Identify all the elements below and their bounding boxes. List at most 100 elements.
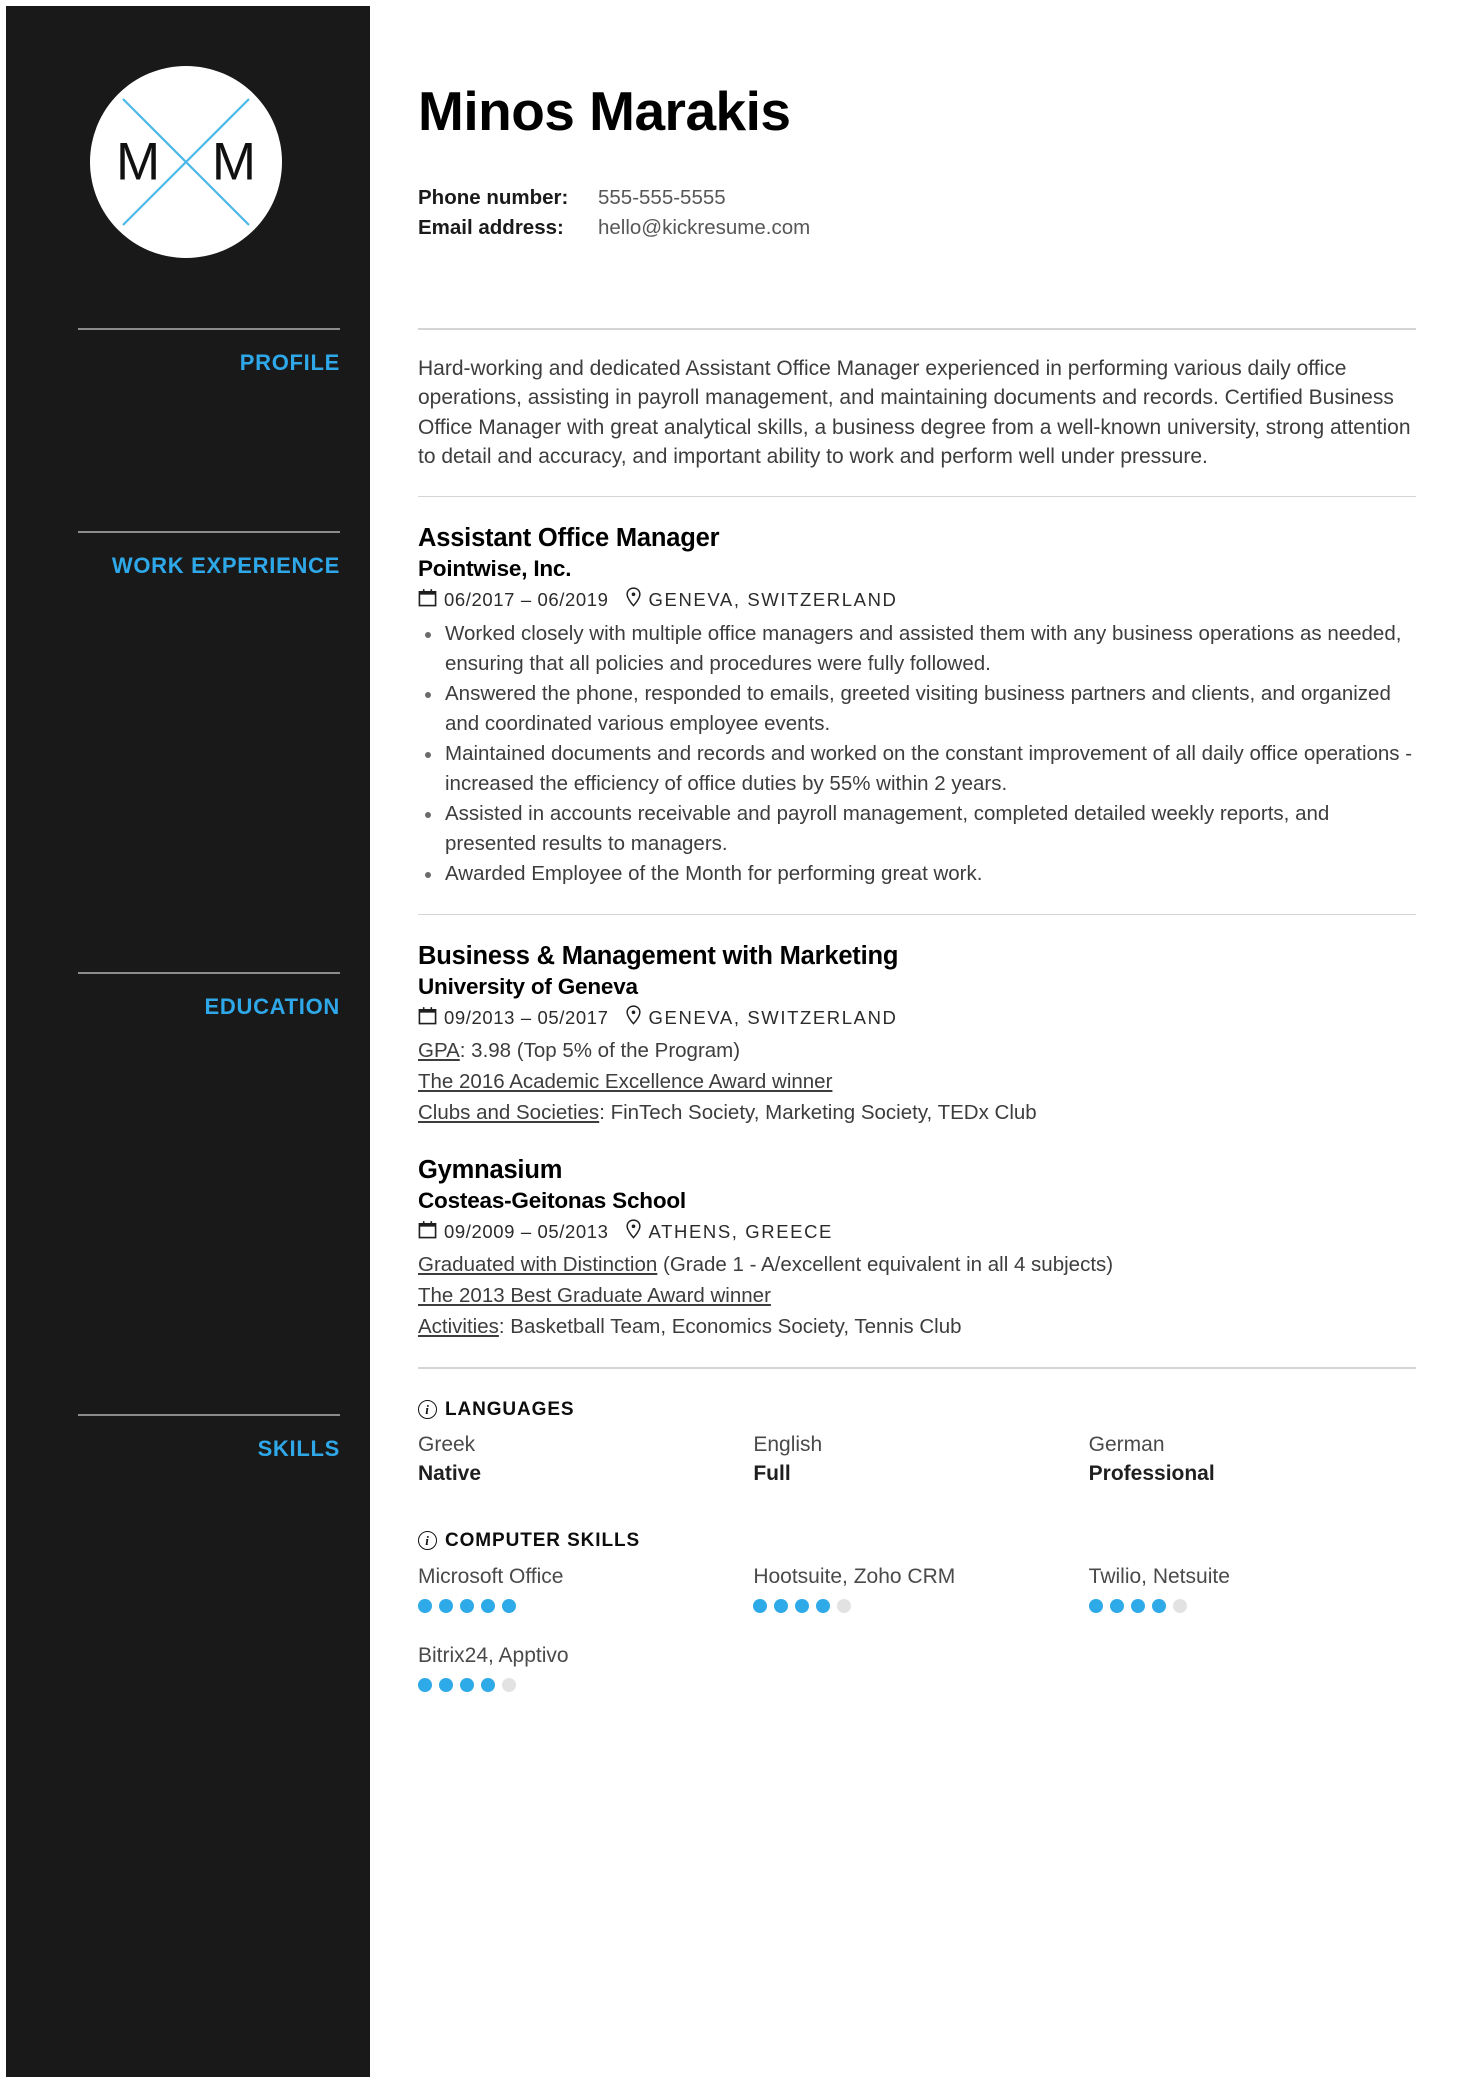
education-location: GENEVA, SWITZERLAND <box>648 1006 898 1028</box>
school-name: Costeas-Geitonas School <box>418 1188 686 1213</box>
language-item: English Full <box>753 1431 1080 1488</box>
calendar-icon <box>418 1006 437 1030</box>
skill-item: Hootsuite, Zoho CRM <box>753 1562 1080 1613</box>
education-detail: Graduated with Distinction (Grade 1 - A/… <box>418 1250 1416 1279</box>
email-value: hello@kickresume.com <box>598 216 811 239</box>
languages-group: i LANGUAGES Greek Native English Full Ge… <box>418 1399 1416 1488</box>
education-detail-rest: (Grade 1 - A/excellent equivalent in all… <box>657 1253 1114 1276</box>
education-detail-label: The 2016 Academic Excellence Award winne… <box>418 1070 833 1093</box>
skill-item: Microsoft Office <box>418 1562 745 1613</box>
location-pin-icon <box>625 1005 642 1030</box>
education-detail-rest: : FinTech Society, Marketing Society, TE… <box>599 1101 1037 1124</box>
sidebar-divider <box>78 328 340 330</box>
education-meta: 09/2009 – 05/2013 ATHENS, GREECE <box>418 1219 1416 1244</box>
calendar-icon <box>418 588 437 612</box>
list-item: Answered the phone, responded to emails,… <box>418 679 1416 738</box>
job-location: GENEVA, SWITZERLAND <box>648 588 898 610</box>
logo-initial-last: M <box>211 132 256 192</box>
page-title: Minos Marakis <box>418 80 791 142</box>
rating-dot <box>502 1598 516 1613</box>
education-section: Business & Management with Marketing Uni… <box>418 915 1416 1367</box>
rating-dot <box>753 1598 768 1613</box>
sidebar-label-work-experience: WORK EXPERIENCE <box>111 553 340 578</box>
language-name: Greek <box>418 1432 476 1456</box>
list-item: Assisted in accounts receivable and payr… <box>418 799 1416 858</box>
rating-dot <box>460 1598 474 1613</box>
list-item: Awarded Employee of the Month for perfor… <box>418 859 1416 889</box>
language-level: Full <box>753 1461 791 1485</box>
rating-dot <box>418 1677 432 1692</box>
sidebar-item-skills: SKILLS <box>6 1414 370 1462</box>
education-detail-rest: : 3.98 (Top 5% of the Program) <box>459 1039 741 1062</box>
education-detail: Clubs and Societies: FinTech Society, Ma… <box>418 1098 1416 1127</box>
skill-item: Bitrix24, Apptivo <box>418 1641 745 1692</box>
work-experience-section: Assistant Office Manager Pointwise, Inc. <box>418 497 1416 914</box>
sidebar: M M PROFILE WORK EXPERIENCE EDUCATION SK… <box>6 6 370 2077</box>
education-dates: 09/2009 – 05/2013 <box>444 1220 609 1242</box>
language-name: English <box>753 1432 823 1456</box>
degree-title: Business & Management with Marketing <box>418 942 899 970</box>
rating-dot <box>837 1598 852 1613</box>
sidebar-label-education: EDUCATION <box>204 994 340 1019</box>
rating-dot <box>795 1598 810 1613</box>
sidebar-item-education: EDUCATION <box>6 972 370 1020</box>
language-level: Professional <box>1088 1461 1215 1485</box>
rating-dot <box>816 1598 831 1613</box>
sidebar-label-skills: SKILLS <box>257 1436 340 1461</box>
list-item: Maintained documents and records and wor… <box>418 739 1416 798</box>
job-title: Assistant Office Manager <box>418 524 720 552</box>
job-dates: 06/2017 – 06/2019 <box>444 588 609 610</box>
contact-info: Phone number: 555-555-5555 Email address… <box>418 183 810 243</box>
phone-label: Phone number: <box>418 186 569 209</box>
computer-skills-grid: Microsoft Office Hootsuite, Zoho CRM Twi… <box>418 1562 1416 1692</box>
skill-name: Microsoft Office <box>418 1564 564 1588</box>
languages-grid: Greek Native English Full German Profess… <box>418 1431 1416 1488</box>
skill-item: Twilio, Netsuite <box>1088 1562 1416 1613</box>
education-detail-label: Graduated with Distinction <box>418 1253 658 1276</box>
rating-dot <box>1172 1598 1187 1613</box>
language-item: Greek Native <box>418 1431 745 1488</box>
education-detail-label: GPA <box>418 1039 460 1062</box>
info-icon: i <box>418 1400 437 1419</box>
education-entry: Gymnasium Costeas-Geitonas School 09/200… <box>418 1155 1416 1341</box>
rating-dot <box>418 1598 432 1613</box>
skill-rating <box>1088 1598 1416 1613</box>
sidebar-divider <box>78 972 340 974</box>
monogram-logo: M M <box>90 66 282 258</box>
rating-dot <box>481 1677 495 1692</box>
main-column: Minos Marakis Phone number: 555-555-5555… <box>370 6 1468 2077</box>
rating-dot <box>1088 1598 1103 1613</box>
sidebar-divider <box>78 1414 340 1416</box>
education-detail: Activities: Basketball Team, Economics S… <box>418 1312 1416 1341</box>
company-name: Pointwise, Inc. <box>418 556 572 581</box>
rating-dot <box>1151 1598 1166 1613</box>
sidebar-item-profile: PROFILE <box>6 328 370 376</box>
work-entry: Assistant Office Manager Pointwise, Inc. <box>418 523 1416 889</box>
rating-dot <box>1130 1598 1145 1613</box>
rating-dot <box>439 1677 453 1692</box>
email-label: Email address: <box>418 216 564 239</box>
school-name: University of Geneva <box>418 974 638 999</box>
skill-rating <box>418 1677 745 1692</box>
education-detail-label: Activities <box>418 1315 499 1338</box>
list-item: Worked closely with multiple office mana… <box>418 619 1416 678</box>
rating-dot <box>1109 1598 1124 1613</box>
calendar-icon <box>418 1220 437 1244</box>
education-detail: The 2013 Best Graduate Award winner <box>418 1281 1416 1310</box>
sidebar-divider <box>78 531 340 533</box>
education-entry: Business & Management with Marketing Uni… <box>418 941 1416 1127</box>
computer-skills-heading: i COMPUTER SKILLS <box>418 1530 1416 1552</box>
rating-dot <box>502 1677 516 1692</box>
computer-skills-heading-label: COMPUTER SKILLS <box>445 1529 641 1551</box>
language-level: Native <box>418 1461 482 1485</box>
skill-rating <box>418 1598 745 1613</box>
skills-section: i LANGUAGES Greek Native English Full Ge… <box>418 1369 1416 1692</box>
location-pin-icon <box>625 587 642 612</box>
education-detail: GPA: 3.98 (Top 5% of the Program) <box>418 1036 1416 1065</box>
languages-heading: i LANGUAGES <box>418 1399 1416 1421</box>
rating-dot <box>774 1598 789 1613</box>
contact-row-email: Email address: hello@kickresume.com <box>418 213 810 243</box>
language-name: German <box>1088 1432 1165 1456</box>
education-detail: The 2016 Academic Excellence Award winne… <box>418 1067 1416 1096</box>
education-dates: 09/2013 – 05/2017 <box>444 1006 609 1028</box>
